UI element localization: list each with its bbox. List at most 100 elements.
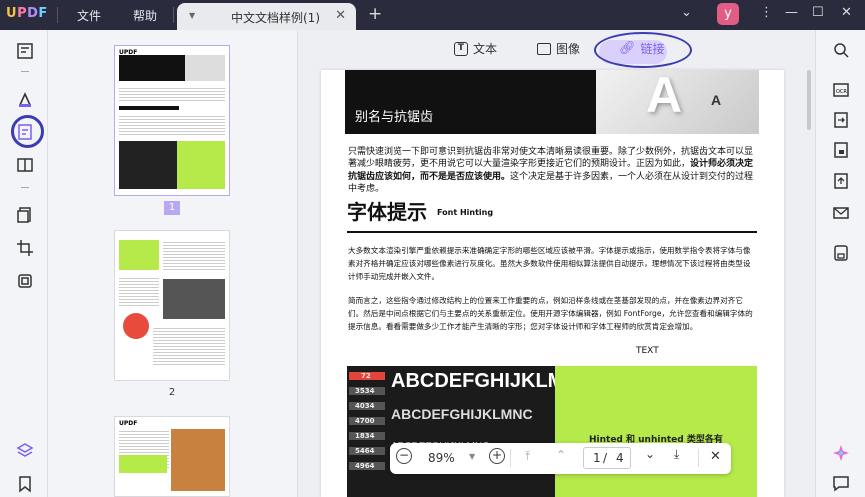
page-organize-icon[interactable] [14,154,36,176]
page-number-1[interactable]: 1 [164,201,180,215]
sample-num: 5464 [349,447,385,455]
thumb-heading [119,106,179,110]
heading-font-hinting[interactable]: 字体提示 [347,196,427,225]
divider [21,71,29,72]
new-tab-icon[interactable]: + [368,4,382,24]
thumb-green-block [119,240,159,270]
thumb-image [119,141,177,189]
page-number-2[interactable]: 2 [164,386,180,400]
more-options-icon[interactable]: ⋮ [760,5,773,20]
divider [21,187,29,188]
divider [57,7,58,23]
maximize-icon[interactable]: ☐ [812,5,824,20]
sample-num: 1834 [349,432,385,440]
tab-close-icon[interactable]: ✕ [335,8,346,23]
pdf-page[interactable]: 别名与抗锯齿 A A 只需快速浏览一下即可意识到抗锯齿非常对使文本清晰易读很重要… [321,70,784,497]
title-bar: UPDF 文件 帮助 ▼ 中文文档样例(1) ✕ + ⌄ y ⋮ — ☐ ✕ [0,0,865,30]
divider [510,449,511,467]
protect-icon[interactable] [14,270,36,292]
thumb-text [119,276,159,306]
chevron-down-icon[interactable]: ⌄ [681,5,692,20]
minimize-icon[interactable]: — [785,5,798,20]
add-image-button[interactable]: 图像 [537,40,580,57]
thumbnail-panel: UPDF 1 2 UPDF [48,30,298,497]
zoom-in-icon[interactable]: + [489,448,505,464]
share-icon[interactable] [831,171,851,191]
sample-glyphs-large: ABCDEFGHIJKLMNC [391,370,555,392]
close-window-icon[interactable]: ✕ [841,5,852,20]
zoom-out-icon[interactable]: − [396,448,412,464]
green-text-block: Hinted 和 unhinted 类型各有 [555,366,757,497]
left-toolbar [0,30,48,497]
image-icon [537,42,551,55]
close-nav-icon[interactable]: ✕ [710,449,721,464]
sample-glyphs-medium: ABCDEFGHIJKLMNC [391,406,533,422]
edit-toolbar: T 文本 图像 🔗︎ 链接 [299,30,815,70]
page-thumbnail-1[interactable]: UPDF [114,45,230,196]
divider [173,7,174,23]
email-icon[interactable] [831,203,851,223]
thumb-image [171,429,225,491]
vertical-scrollbar[interactable] [806,70,812,497]
menu-file[interactable]: 文件 [77,7,101,24]
hinting-sample-image: ABCDEFGHIJKLMNC ABCDEFGHIJKLMNC ABCDEFGH… [347,366,555,497]
svg-text:OCR: OCR [836,89,847,95]
last-page-icon[interactable]: ⤓ [674,447,679,462]
paragraph-instructions[interactable]: 简而言之，这些指令通过修改结构上的位置来工作重要的点，例如沿样条线或在茎基部发现… [348,295,758,334]
updf-logo: UPDF [6,6,48,21]
banner-black: 别名与抗锯齿 [345,70,596,134]
previous-page-icon[interactable]: ⌃ [556,448,566,462]
banner-logo-letter: A [646,70,683,123]
sample-numbers: 72 3534 4034 4700 1834 5464 4964 [349,372,385,470]
ai-assistant-icon[interactable] [831,443,851,463]
crop-icon[interactable] [14,237,36,259]
add-text-label: 文本 [473,42,498,56]
paragraph-antialias[interactable]: 只需快速浏览一下即可意识到抗锯齿非常对使文本清晰易读很重要。除了少数例外，抗锯齿… [348,146,758,196]
avatar[interactable]: y [717,3,739,25]
bookmark-icon[interactable] [14,473,36,495]
page-thumbnail-2[interactable] [114,230,230,381]
text-caption: TEXT [636,346,659,356]
add-text-button[interactable]: T 文本 [454,40,497,57]
thumb-banner [119,55,185,81]
document-tab[interactable]: ▼ 中文文档样例(1) ✕ [177,3,356,30]
protect-pdf-icon[interactable] [831,140,851,160]
thumb-text [119,114,225,136]
page-thumbnail-3[interactable]: UPDF [114,416,230,497]
thumb-logo: UPDF [119,420,138,427]
ocr-icon[interactable]: OCR [831,80,851,100]
scrollbar-thumb[interactable] [807,70,811,130]
tab-dropdown-icon[interactable]: ▼ [189,11,195,20]
layers-icon[interactable] [14,440,36,462]
highlight-ring [594,32,692,68]
sample-num: 4034 [349,402,385,410]
add-image-label: 图像 [556,42,581,56]
sample-num: 3534 [349,387,385,395]
chat-icon[interactable] [831,473,851,493]
reader-icon[interactable] [14,40,36,62]
thumb-red-circle [123,313,149,339]
banner-logo-small: A [711,92,722,108]
current-page[interactable]: 1 [593,448,601,468]
sample-num: 4700 [349,417,385,425]
first-page-icon[interactable]: ⤒ [525,449,530,464]
banner-image: A A [596,70,759,134]
zoom-navigation-bar: − 89% ▼ + ⤒ ⌃ 1 / 4 ⌄ ⤓ ✕ [390,443,731,474]
thumb-text [153,326,225,366]
edit-pdf-icon[interactable] [14,121,36,143]
convert-icon[interactable] [14,204,36,226]
save-icon[interactable] [831,243,851,263]
zoom-level[interactable]: 89% [428,451,455,465]
comment-icon[interactable] [14,89,36,111]
thumb-green-block [177,141,225,189]
paragraph-hinting[interactable]: 大多数文本渲染引擎严重依赖提示来准确确定字形的哪些区域应该被平滑。字体提示或指示… [348,245,758,284]
zoom-dropdown-icon[interactable]: ▼ [469,452,475,461]
heading-english[interactable]: Font Hinting [437,208,493,217]
heading-rule [347,231,757,233]
page-indicator[interactable]: 1 / 4 [583,447,631,469]
menu-help[interactable]: 帮助 [133,7,157,24]
thumb-text [119,86,225,102]
convert-pdf-icon[interactable] [831,110,851,130]
search-icon[interactable] [831,40,851,60]
next-page-icon[interactable]: ⌄ [645,447,655,461]
